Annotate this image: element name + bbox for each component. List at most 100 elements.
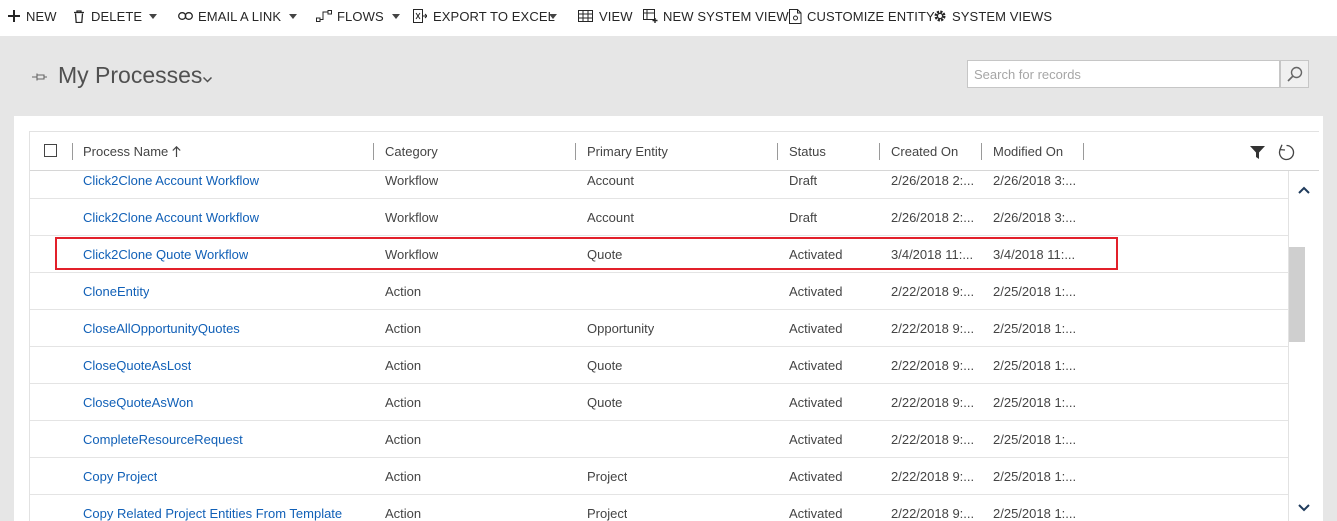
link-icon xyxy=(177,9,193,23)
export-excel-button[interactable]: EXPORT TO EXCEL xyxy=(412,0,555,32)
system-views-button[interactable]: SYSTEM VIEWS xyxy=(933,0,1052,32)
table-row[interactable]: Click2Clone Account Workflow Workflow Ac… xyxy=(30,162,1288,199)
export-dropdown-icon[interactable] xyxy=(546,0,560,32)
table-row[interactable]: Copy Project Action Project Activated 2/… xyxy=(30,458,1288,495)
column-header-label: Primary Entity xyxy=(587,144,668,159)
column-header-label: Process Name xyxy=(83,144,169,159)
select-all-checkbox[interactable] xyxy=(44,144,57,157)
records-grid: Process Name Category Primary Entity Sta… xyxy=(29,131,1319,521)
category-cell: Workflow xyxy=(385,247,439,262)
page-title: My Processes xyxy=(58,62,203,88)
table-row[interactable]: CloseQuoteAsLost Action Quote Activated … xyxy=(30,347,1288,384)
view-selector-chevron-icon[interactable] xyxy=(202,70,213,88)
column-header-label: Status xyxy=(789,144,826,159)
view-label: VIEW xyxy=(599,8,633,24)
modified-on-cell: 2/25/2018 1:... xyxy=(993,321,1077,336)
customize-entity-button[interactable]: CUSTOMIZE ENTITY xyxy=(788,0,935,32)
process-name-link[interactable]: Click2Clone Account Workflow xyxy=(83,199,259,236)
delete-dropdown-icon[interactable] xyxy=(146,0,160,32)
email-link-dropdown-icon[interactable] xyxy=(286,0,300,32)
pin-icon[interactable] xyxy=(32,69,48,87)
new-button[interactable]: NEW xyxy=(7,0,57,32)
customize-icon xyxy=(788,8,802,24)
new-label: NEW xyxy=(26,8,57,24)
created-on-cell: 2/22/2018 9:... xyxy=(891,395,975,410)
status-cell: Activated xyxy=(789,395,843,410)
created-on-cell: 2/22/2018 9:... xyxy=(891,506,975,521)
table-row[interactable]: CloseAllOpportunityQuotes Action Opportu… xyxy=(30,310,1288,347)
status-cell: Activated xyxy=(789,247,843,262)
modified-on-cell: 2/25/2018 1:... xyxy=(993,284,1077,299)
search-icon xyxy=(1286,66,1303,82)
scroll-up-icon[interactable] xyxy=(1298,181,1310,199)
export-excel-label: EXPORT TO EXCEL xyxy=(433,8,555,24)
process-name-link[interactable]: Copy Related Project Entities From Templ… xyxy=(83,495,342,521)
flow-icon xyxy=(315,9,332,23)
status-cell: Activated xyxy=(789,469,843,484)
column-separator xyxy=(1083,143,1084,160)
created-on-cell: 2/22/2018 9:... xyxy=(891,469,975,484)
trash-icon xyxy=(72,9,86,23)
process-name-link[interactable]: Click2Clone Account Workflow xyxy=(83,162,259,199)
grid-icon xyxy=(577,9,594,23)
process-name-link[interactable]: CloseQuoteAsWon xyxy=(83,384,193,421)
process-name-link[interactable]: CloseQuoteAsLost xyxy=(83,347,191,384)
column-separator xyxy=(72,143,73,160)
process-name-link[interactable]: CompleteResourceRequest xyxy=(83,421,243,458)
column-separator xyxy=(879,143,880,160)
command-bar: NEW DELETE EMAIL A LINK FLOWS EXPORT TO … xyxy=(0,0,1337,36)
email-link-label: EMAIL A LINK xyxy=(198,8,282,24)
new-system-view-button[interactable]: NEW SYSTEM VIEW xyxy=(643,0,789,32)
table-row[interactable]: CloneEntity Action Activated 2/22/2018 9… xyxy=(30,273,1288,310)
created-on-cell: 2/22/2018 9:... xyxy=(891,358,975,373)
primary-entity-cell: Quote xyxy=(587,395,623,410)
status-cell: Draft xyxy=(789,173,818,188)
column-header-label: Created On xyxy=(891,144,959,159)
category-cell: Workflow xyxy=(385,210,439,225)
vertical-scrollbar[interactable] xyxy=(1288,171,1319,521)
status-cell: Draft xyxy=(789,210,818,225)
modified-on-cell: 2/26/2018 3:... xyxy=(993,210,1077,225)
column-header-label: Category xyxy=(385,144,438,159)
column-separator xyxy=(373,143,374,160)
column-separator xyxy=(575,143,576,160)
search-input[interactable] xyxy=(968,61,1279,87)
table-row[interactable]: CompleteResourceRequest Action Activated… xyxy=(30,421,1288,458)
modified-on-cell: 2/25/2018 1:... xyxy=(993,506,1077,521)
gear-icon xyxy=(933,9,947,23)
scrollbar-thumb[interactable] xyxy=(1289,247,1305,342)
process-name-link[interactable]: Click2Clone Quote Workflow xyxy=(83,236,248,273)
created-on-cell: 2/22/2018 9:... xyxy=(891,284,975,299)
status-cell: Activated xyxy=(789,284,843,299)
page-header: My Processes xyxy=(0,36,1337,116)
status-cell: Activated xyxy=(789,358,843,373)
column-separator xyxy=(981,143,982,160)
primary-entity-cell: Account xyxy=(587,210,634,225)
primary-entity-cell: Project xyxy=(587,506,628,521)
category-cell: Action xyxy=(385,432,422,447)
email-link-button[interactable]: EMAIL A LINK xyxy=(177,0,281,32)
flows-button[interactable]: FLOWS xyxy=(315,0,400,32)
customize-entity-label: CUSTOMIZE ENTITY xyxy=(807,8,935,24)
scroll-down-icon[interactable] xyxy=(1298,499,1310,517)
search-button[interactable] xyxy=(1280,60,1309,88)
primary-entity-cell: Quote xyxy=(587,247,623,262)
sort-ascending-icon xyxy=(172,146,181,157)
process-name-link[interactable]: Copy Project xyxy=(83,458,157,495)
process-name-link[interactable]: CloneEntity xyxy=(83,273,149,310)
status-cell: Activated xyxy=(789,432,843,447)
view-button[interactable]: VIEW xyxy=(577,0,633,32)
status-cell: Activated xyxy=(789,321,843,336)
category-cell: Action xyxy=(385,321,422,336)
new-system-view-label: NEW SYSTEM VIEW xyxy=(663,8,789,24)
modified-on-cell: 2/25/2018 1:... xyxy=(993,432,1077,447)
process-name-link[interactable]: CloseAllOpportunityQuotes xyxy=(83,310,240,347)
table-row[interactable]: CloseQuoteAsWon Action Quote Activated 2… xyxy=(30,384,1288,421)
modified-on-cell: 2/25/2018 1:... xyxy=(993,469,1077,484)
created-on-cell: 2/26/2018 2:... xyxy=(891,173,975,188)
table-row[interactable]: Click2Clone Quote Workflow Workflow Quot… xyxy=(30,236,1288,273)
table-row[interactable]: Copy Related Project Entities From Templ… xyxy=(30,495,1288,521)
table-row[interactable]: Click2Clone Account Workflow Workflow Ac… xyxy=(30,199,1288,236)
delete-button[interactable]: DELETE xyxy=(72,0,142,32)
created-on-cell: 2/22/2018 9:... xyxy=(891,432,975,447)
